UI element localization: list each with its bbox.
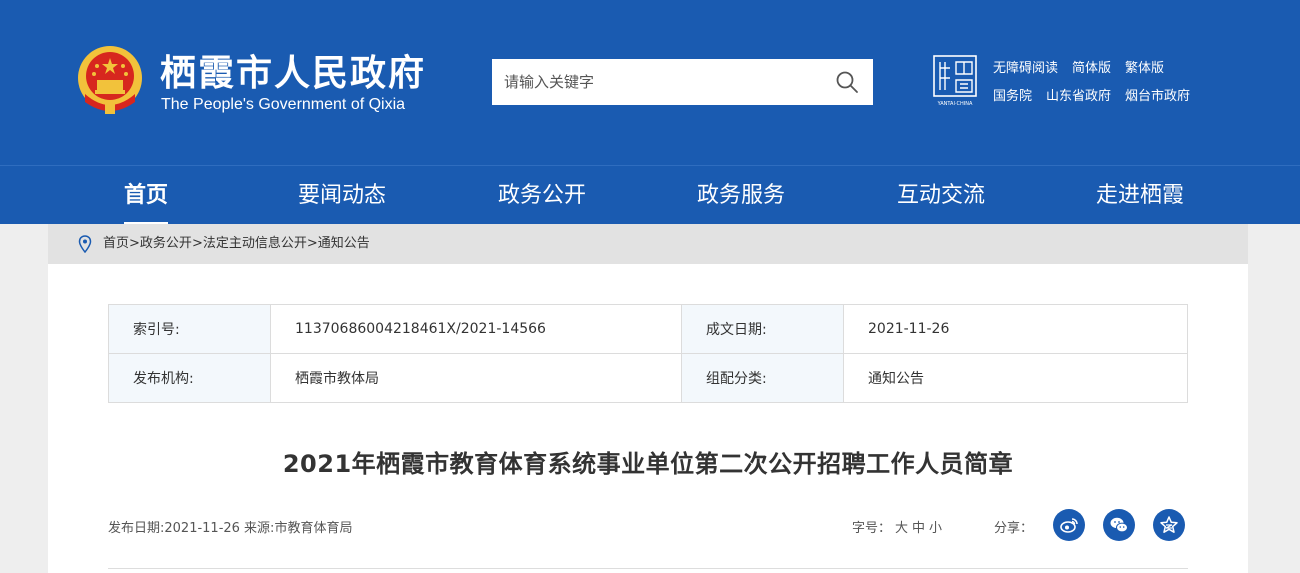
font-size-medium[interactable]: 中 bbox=[912, 521, 925, 536]
weibo-icon bbox=[1060, 518, 1078, 533]
share-wechat-button[interactable] bbox=[1103, 509, 1135, 541]
breadcrumb-legal-disclosure[interactable]: 法定主动信息公开 bbox=[203, 236, 307, 251]
breadcrumb-home[interactable]: 首页 bbox=[103, 236, 129, 251]
breadcrumb-gov-affairs[interactable]: 政务公开 bbox=[140, 236, 192, 251]
link-accessible-reading[interactable]: 无障碍阅读 bbox=[993, 57, 1058, 76]
table-row: 发布机构: 栖霞市教体局 组配分类: 通知公告 bbox=[108, 353, 1188, 403]
meta-key-index: 索引号: bbox=[108, 304, 271, 354]
nav-item-gov-affairs[interactable]: 政务公开 bbox=[498, 166, 586, 225]
top-links: 无障碍阅读 简体版 繁体版 国务院 山东省政府 烟台市政府 bbox=[993, 52, 1190, 108]
breadcrumb: 首页>政务公开>法定主动信息公开>通知公告 bbox=[103, 236, 370, 251]
site-subtitle: The People's Government of Qixia bbox=[161, 96, 406, 113]
nav-item-home[interactable]: 首页 bbox=[124, 166, 169, 225]
meta-value-index: 11370686004218461X/2021-14566 bbox=[270, 304, 682, 354]
seal-caption: YANTAI·CHINA bbox=[937, 101, 973, 107]
article-container: 索引号: 11370686004218461X/2021-14566 成文日期:… bbox=[48, 264, 1248, 573]
link-state-council[interactable]: 国务院 bbox=[993, 85, 1032, 104]
share-qzone-button[interactable] bbox=[1153, 509, 1185, 541]
meta-key-category: 组配分类: bbox=[681, 353, 844, 403]
meta-key-publisher: 发布机构: bbox=[108, 353, 271, 403]
qzone-icon bbox=[1160, 516, 1178, 533]
article-title: 2021年栖霞市教育体育系统事业单位第二次公开招聘工作人员简章 bbox=[282, 450, 1014, 478]
site-header: 栖霞市人民政府 The People's Government of Qixia… bbox=[0, 0, 1300, 165]
link-simplified[interactable]: 简体版 bbox=[1072, 57, 1111, 76]
wechat-icon bbox=[1110, 517, 1128, 533]
divider bbox=[108, 568, 1188, 569]
link-shandong-gov[interactable]: 山东省政府 bbox=[1046, 85, 1111, 104]
breadcrumb-notices[interactable]: 通知公告 bbox=[318, 236, 370, 251]
link-yantai-gov[interactable]: 烟台市政府 bbox=[1125, 85, 1190, 104]
search-icon[interactable] bbox=[835, 70, 859, 94]
location-pin-icon bbox=[78, 235, 92, 253]
nav-item-gov-services[interactable]: 政务服务 bbox=[697, 166, 785, 225]
nav-item-interaction[interactable]: 互动交流 bbox=[897, 166, 985, 225]
search-box bbox=[492, 59, 873, 105]
meta-value-publisher: 栖霞市教体局 bbox=[270, 353, 682, 403]
national-emblem-icon bbox=[78, 46, 142, 114]
main-nav: 首页 要闻动态 政务公开 政务服务 互动交流 走进栖霞 bbox=[0, 165, 1300, 225]
link-traditional[interactable]: 繁体版 bbox=[1125, 57, 1164, 76]
site-title: 栖霞市人民政府 bbox=[160, 53, 427, 94]
share-weibo-button[interactable] bbox=[1053, 509, 1085, 541]
article-info: 发布日期:2021-11-26 来源:市教育体育局 bbox=[108, 521, 353, 536]
search-input[interactable] bbox=[492, 59, 822, 105]
meta-value-date: 2021-11-26 bbox=[843, 304, 1188, 354]
nav-item-about-qixia[interactable]: 走进栖霞 bbox=[1096, 166, 1184, 225]
font-size-control: 字号：大中小 bbox=[852, 517, 942, 536]
font-size-small[interactable]: 小 bbox=[929, 521, 942, 536]
font-size-label: 字号： bbox=[852, 521, 892, 536]
metadata-table: 索引号: 11370686004218461X/2021-14566 成文日期:… bbox=[108, 304, 1188, 403]
breadcrumb-bar: 首页>政务公开>法定主动信息公开>通知公告 bbox=[48, 224, 1248, 264]
meta-key-date: 成文日期: bbox=[681, 304, 844, 354]
nav-item-news[interactable]: 要闻动态 bbox=[298, 166, 386, 225]
yantai-seal-icon: YANTAI·CHINA bbox=[933, 55, 977, 107]
share-label: 分享： bbox=[994, 521, 1034, 536]
table-row: 索引号: 11370686004218461X/2021-14566 成文日期:… bbox=[108, 304, 1188, 354]
font-size-large[interactable]: 大 bbox=[895, 521, 908, 536]
meta-value-category: 通知公告 bbox=[843, 353, 1188, 403]
